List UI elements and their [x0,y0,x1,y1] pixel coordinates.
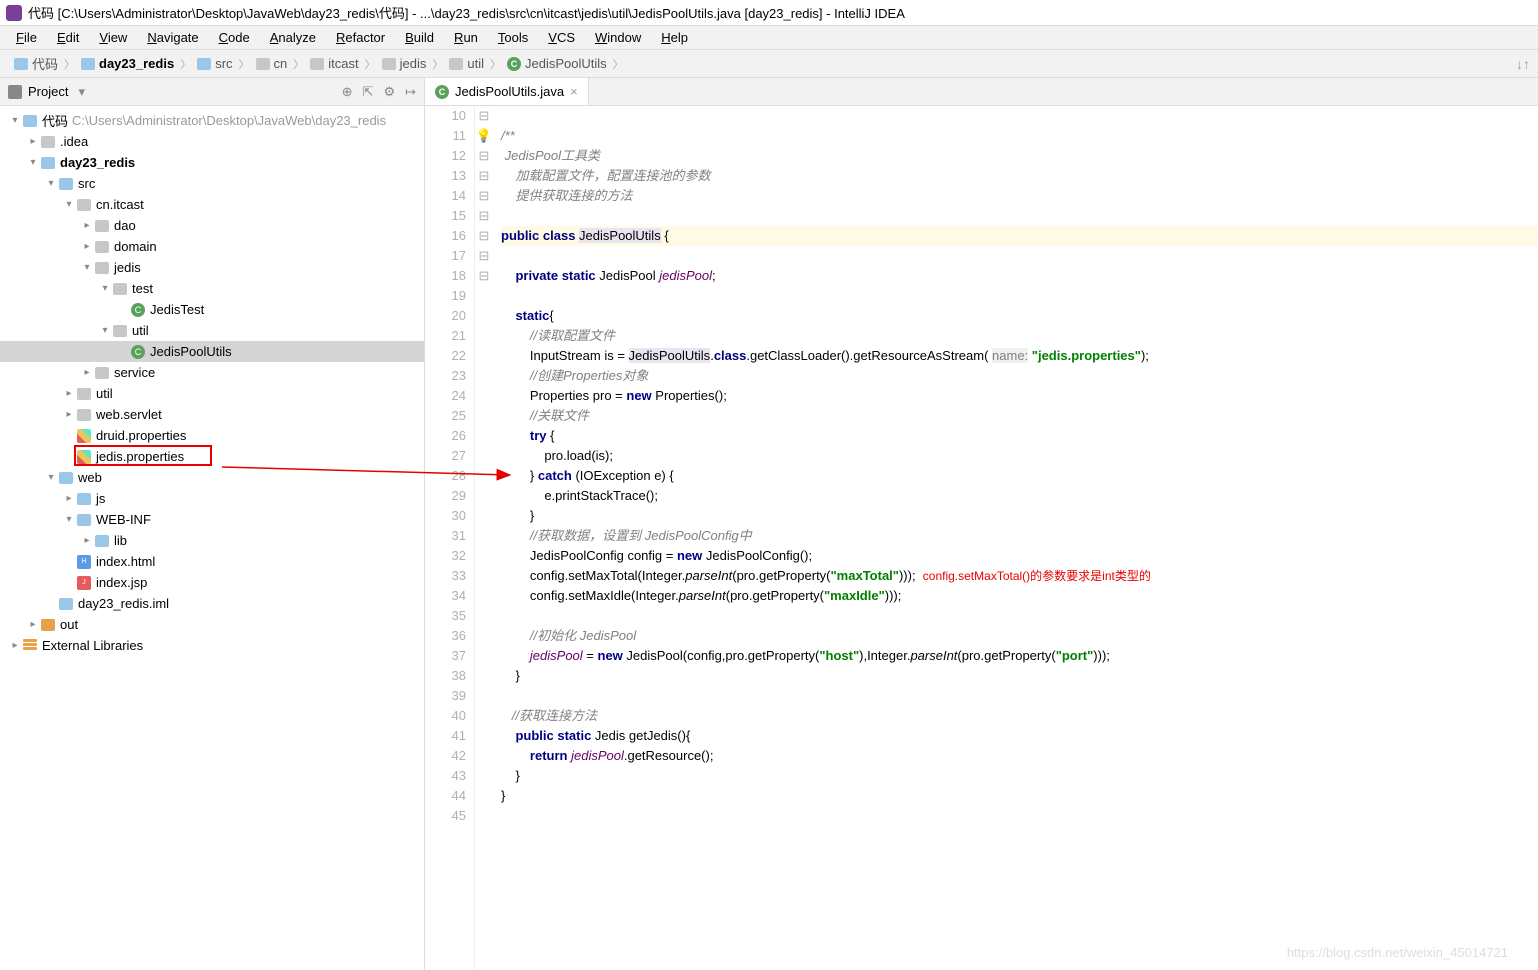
target-icon[interactable]: ⊕ [342,84,353,100]
editor-tabs: C JedisPoolUtils.java × [425,78,1538,106]
menu-refactor[interactable]: Refactor [328,28,393,47]
menu-bar: FileEditViewNavigate CodeAnalyzeRefactorB… [0,26,1538,50]
breadcrumb-itcast[interactable]: itcast [304,56,364,71]
tab-jedispoolutils[interactable]: C JedisPoolUtils.java × [425,78,589,105]
breadcrumb-util[interactable]: util [443,56,490,71]
tree-item-jedispoolutils[interactable]: CJedisPoolUtils [0,341,424,362]
tree-item-day23-redis-iml[interactable]: day23_redis.iml [0,593,424,614]
tree-item-dao[interactable]: ▸dao [0,215,424,236]
menu-edit[interactable]: Edit [49,28,87,47]
tree-item-lib[interactable]: ▸lib [0,530,424,551]
tree-item-jedis-properties[interactable]: jedis.properties [0,446,424,467]
breadcrumb-src[interactable]: src [191,56,238,71]
hide-icon[interactable]: ↦ [405,84,416,100]
tree-item-druid-properties[interactable]: druid.properties [0,425,424,446]
tree-item-cn-itcast[interactable]: ▾cn.itcast [0,194,424,215]
chevron-icon: 〉 [490,56,501,72]
menu-build[interactable]: Build [397,28,442,47]
menu-navigate[interactable]: Navigate [139,28,206,47]
project-sidebar: Project ▾ ⊕ ⇱ ⚙ ↦ ▾代码C:\Users\Administra… [0,78,425,970]
tree-item-js[interactable]: ▸js [0,488,424,509]
tree-item--idea[interactable]: ▸.idea [0,131,424,152]
tree-item-util[interactable]: ▾util [0,320,424,341]
menu-run[interactable]: Run [446,28,486,47]
tree-item-index-html[interactable]: Hindex.html [0,551,424,572]
menu-tools[interactable]: Tools [490,28,536,47]
tree-item-index-jsp[interactable]: Jindex.jsp [0,572,424,593]
breadcrumb-jedispoolutils[interactable]: CJedisPoolUtils [501,56,613,71]
fold-column: ⊟💡⊟⊟⊟⊟⊟⊟⊟ [475,106,493,970]
tree-item-domain[interactable]: ▸domain [0,236,424,257]
dropdown-icon[interactable]: ▾ [78,84,85,100]
menu-help[interactable]: Help [653,28,696,47]
project-tree: ▾代码C:\Users\Administrator\Desktop\JavaWe… [0,106,424,970]
title-bar: 代码 [C:\Users\Administrator\Desktop\JavaW… [0,0,1538,26]
sidebar-title: Project [28,84,68,99]
tree-item-web[interactable]: ▾web [0,467,424,488]
tree-item-day23-redis[interactable]: ▾day23_redis [0,152,424,173]
tree-item-util[interactable]: ▸util [0,383,424,404]
editor-area: C JedisPoolUtils.java × 1011121314151617… [425,78,1538,970]
breadcrumb-cn[interactable]: cn [250,56,294,71]
gear-icon[interactable]: ⚙ [383,84,395,100]
tree-item-test[interactable]: ▾test [0,278,424,299]
breadcrumb-jedis[interactable]: jedis [376,56,433,71]
code-content[interactable]: /** JedisPool工具类 加载配置文件，配置连接池的参数 提供获取连接的… [493,106,1538,970]
menu-view[interactable]: View [91,28,135,47]
tree-item-src[interactable]: ▾src [0,173,424,194]
code-editor[interactable]: 1011121314151617181920212223242526272829… [425,106,1538,970]
chevron-icon: 〉 [613,56,624,72]
chevron-icon: 〉 [239,56,250,72]
tree-item-web-servlet[interactable]: ▸web.servlet [0,404,424,425]
breadcrumb-代码[interactable]: 代码 [8,54,64,73]
sidebar-header: Project ▾ ⊕ ⇱ ⚙ ↦ [0,78,424,106]
chevron-icon: 〉 [365,56,376,72]
chevron-icon: 〉 [293,56,304,72]
menu-vcs[interactable]: VCS [540,28,583,47]
collapse-icon[interactable]: ⇱ [363,84,374,100]
app-icon [6,5,22,21]
nav-right-icon[interactable]: ↓↑ [1516,56,1530,72]
breadcrumb-day23_redis[interactable]: day23_redis [75,56,180,71]
tree-item-jedis[interactable]: ▾jedis [0,257,424,278]
tree-item--[interactable]: ▾代码C:\Users\Administrator\Desktop\JavaWe… [0,110,424,131]
tree-item-out[interactable]: ▸out [0,614,424,635]
tree-item-web-inf[interactable]: ▾WEB-INF [0,509,424,530]
class-icon: C [435,85,449,99]
tree-item-external-libraries[interactable]: ▸External Libraries [0,635,424,656]
menu-window[interactable]: Window [587,28,649,47]
breadcrumb-bar: 代码〉day23_redis〉src〉cn〉itcast〉jedis〉util〉… [0,50,1538,78]
chevron-icon: 〉 [64,56,75,72]
menu-file[interactable]: File [8,28,45,47]
project-icon [8,85,22,99]
sidebar-tools: ⊕ ⇱ ⚙ ↦ [342,84,416,100]
line-gutter: 1011121314151617181920212223242526272829… [425,106,475,970]
close-icon[interactable]: × [570,84,578,99]
menu-analyze[interactable]: Analyze [262,28,324,47]
watermark: https://blog.csdn.net/weixin_45014721 [1287,945,1508,960]
menu-code[interactable]: Code [211,28,258,47]
tab-label: JedisPoolUtils.java [455,84,564,99]
tree-item-service[interactable]: ▸service [0,362,424,383]
window-title: 代码 [C:\Users\Administrator\Desktop\JavaW… [28,3,905,22]
tree-item-jedistest[interactable]: CJedisTest [0,299,424,320]
chevron-icon: 〉 [180,56,191,72]
chevron-icon: 〉 [432,56,443,72]
